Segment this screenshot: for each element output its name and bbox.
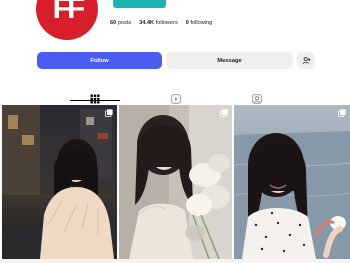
multi-post-icon	[220, 109, 228, 117]
next-row-preview	[0, 259, 350, 263]
multi-post-icon	[105, 109, 113, 117]
post-image	[119, 105, 232, 259]
post-thumbnail[interactable]	[119, 105, 232, 259]
avatar-logo-text: FF	[52, 0, 86, 25]
post-thumbnail[interactable]	[2, 105, 117, 259]
posts-stat[interactable]: 60 posts	[110, 20, 131, 26]
grid-icon	[90, 94, 100, 104]
following-stat[interactable]: 0 following	[186, 20, 212, 26]
post-image	[2, 105, 117, 259]
profile-stats: 60 posts 34.4K followers 0 following	[110, 20, 212, 26]
profile-name-highlight	[113, 0, 166, 8]
message-button[interactable]: Message	[166, 52, 293, 69]
multi-post-icon	[338, 109, 346, 117]
profile-avatar[interactable]: FF	[36, 0, 98, 40]
followers-stat[interactable]: 34.4K followers	[139, 20, 178, 26]
active-tab-indicator	[70, 100, 120, 101]
suggest-user-button[interactable]	[297, 52, 315, 69]
post-image	[234, 105, 350, 259]
post-thumbnail[interactable]	[234, 105, 350, 259]
tab-tagged[interactable]	[252, 91, 262, 104]
add-user-icon	[302, 56, 311, 65]
profile-tabs	[0, 88, 350, 104]
tab-reels[interactable]	[171, 91, 181, 104]
follow-button[interactable]: Follow	[37, 52, 162, 69]
posts-grid	[0, 105, 350, 259]
tagged-icon	[252, 94, 262, 104]
reels-icon	[171, 94, 181, 104]
